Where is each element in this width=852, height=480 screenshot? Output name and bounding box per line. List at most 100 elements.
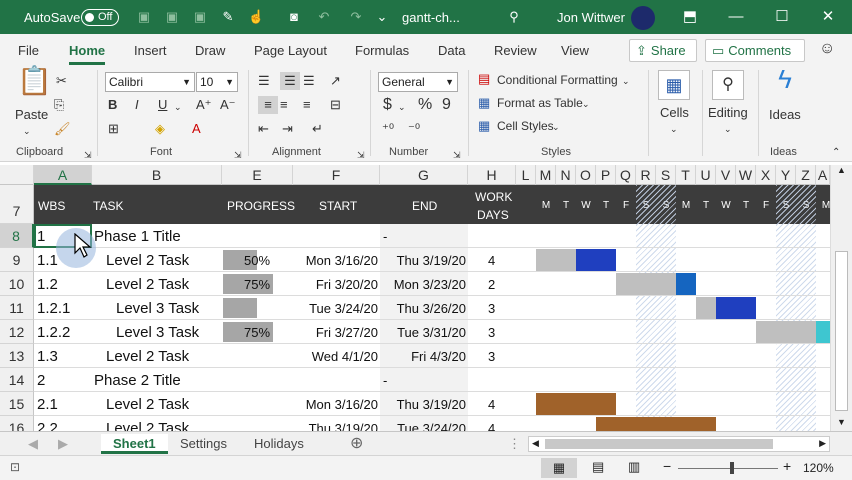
- next-sheet-icon[interactable]: ▶: [58, 434, 68, 454]
- normal-view-icon[interactable]: ▦: [541, 458, 577, 478]
- tab-review[interactable]: Review: [494, 43, 537, 58]
- column-header-n[interactable]: N: [556, 165, 576, 185]
- bold-button[interactable]: B: [108, 96, 117, 114]
- tab-insert[interactable]: Insert: [134, 43, 167, 58]
- column-header-p[interactable]: P: [596, 165, 616, 185]
- cell-task[interactable]: Phase 1 Title: [94, 228, 181, 245]
- share-button[interactable]: ⇪ Share: [629, 39, 697, 62]
- tab-formulas[interactable]: Formulas: [355, 43, 409, 58]
- cell-end[interactable]: Thu 3/26/20: [397, 301, 466, 316]
- increase-indent-icon[interactable]: ⇥: [282, 120, 293, 138]
- cell-styles-icon[interactable]: ▦: [478, 117, 490, 135]
- conditional-formatting-button[interactable]: Conditional Formatting: [497, 73, 618, 87]
- cell-work-days[interactable]: 3: [488, 325, 495, 340]
- decrease-decimal-icon[interactable]: ⁻⁰: [408, 120, 420, 138]
- decrease-indent-icon[interactable]: ⇤: [258, 120, 269, 138]
- save-as-icon[interactable]: ▣: [164, 9, 180, 25]
- editing-dropdown-icon[interactable]: ⌄: [724, 120, 732, 138]
- column-header-t[interactable]: T: [676, 165, 696, 185]
- copy-icon[interactable]: ⎘: [54, 96, 64, 114]
- cell-task[interactable]: Level 2 Task: [106, 396, 189, 413]
- camera-icon[interactable]: ◙: [286, 9, 302, 25]
- customize-icon[interactable]: ⌄: [374, 9, 390, 25]
- merge-center-icon[interactable]: ⊟: [330, 96, 341, 114]
- chevron-down-icon[interactable]: ⌄: [552, 118, 560, 136]
- cell-styles-button[interactable]: Cell Styles: [497, 119, 554, 133]
- cell-task[interactable]: Level 2 Task: [106, 348, 189, 365]
- cell-start[interactable]: Mon 3/16/20: [306, 253, 378, 268]
- cell-wbs[interactable]: 1.2.2: [37, 324, 70, 341]
- scroll-left-icon[interactable]: ◀: [532, 438, 539, 449]
- column-header-v[interactable]: V: [716, 165, 736, 185]
- cell-end[interactable]: Mon 3/23/20: [394, 277, 466, 292]
- cell-work-days[interactable]: 4: [488, 253, 495, 268]
- column-header-u[interactable]: U: [696, 165, 716, 185]
- undo-icon[interactable]: ↶: [316, 9, 332, 25]
- cell-task[interactable]: Level 3 Task: [116, 324, 199, 341]
- paste-dropdown-icon[interactable]: ⌄: [23, 122, 31, 140]
- editing-search-icon[interactable]: ⚲: [712, 70, 744, 100]
- decrease-font-icon[interactable]: A⁻: [220, 96, 236, 114]
- row-header[interactable]: 9: [0, 248, 34, 272]
- font-name-combo[interactable]: Calibri ▼: [105, 72, 195, 92]
- column-header-f[interactable]: F: [293, 165, 380, 185]
- column-header-o[interactable]: O: [576, 165, 596, 185]
- avatar[interactable]: [631, 6, 655, 30]
- increase-decimal-icon[interactable]: ⁺⁰: [382, 120, 394, 138]
- cell-task[interactable]: Level 3 Task: [116, 300, 199, 317]
- select-all-corner[interactable]: [0, 165, 34, 185]
- cell-work-days[interactable]: 2: [488, 277, 495, 292]
- row-header[interactable]: 10: [0, 272, 34, 296]
- underline-button[interactable]: U: [158, 96, 167, 114]
- cell-wbs[interactable]: 1.2: [37, 276, 58, 293]
- scroll-down-icon[interactable]: ▼: [837, 417, 846, 427]
- conditional-formatting-icon[interactable]: ▤: [478, 70, 490, 88]
- align-left-icon[interactable]: ≡: [258, 96, 278, 114]
- row-header[interactable]: 13: [0, 344, 34, 368]
- cell-end[interactable]: Thu 3/19/20: [397, 253, 466, 268]
- zoom-slider-handle[interactable]: [730, 462, 734, 474]
- cell-end[interactable]: Thu 3/19/20: [397, 397, 466, 412]
- tab-file[interactable]: File: [18, 43, 39, 58]
- underline-dropdown-icon[interactable]: ⌄: [174, 98, 182, 116]
- chevron-down-icon[interactable]: ⌄: [582, 95, 590, 113]
- cell-progress[interactable]: 50%: [244, 253, 270, 268]
- minimize-icon[interactable]: —: [726, 7, 746, 27]
- scroll-right-icon[interactable]: ▶: [819, 438, 826, 449]
- autosave-toggle[interactable]: Off: [81, 9, 119, 26]
- font-color-icon[interactable]: A: [192, 120, 201, 138]
- smiley-icon[interactable]: ☺: [819, 40, 835, 58]
- align-right-icon[interactable]: ≡: [303, 96, 311, 114]
- number-format-combo[interactable]: General ▼: [378, 72, 458, 92]
- row-header[interactable]: 12: [0, 320, 34, 344]
- column-header-a[interactable]: A: [34, 165, 92, 185]
- cut-icon[interactable]: ✂: [56, 72, 67, 90]
- row-header[interactable]: 11: [0, 296, 34, 320]
- orientation-icon[interactable]: ↗: [330, 72, 341, 90]
- font-size-combo[interactable]: 10 ▼: [196, 72, 238, 92]
- row-header[interactable]: 14: [0, 368, 34, 392]
- tab-home[interactable]: Home: [69, 43, 106, 65]
- align-middle-icon[interactable]: ☰: [280, 72, 300, 90]
- sheet-tab-holidays[interactable]: Holidays: [254, 434, 304, 454]
- tab-page-layout[interactable]: Page Layout: [254, 43, 327, 58]
- cell-progress[interactable]: 75%: [244, 277, 270, 292]
- column-header-m[interactable]: M: [536, 165, 556, 185]
- vertical-scrollbar[interactable]: ▲ ▼: [830, 165, 852, 431]
- add-sheet-icon[interactable]: ⊕: [350, 434, 363, 454]
- cell-end[interactable]: Tue 3/31/20: [397, 325, 466, 340]
- column-header-l[interactable]: L: [516, 165, 536, 185]
- align-center-icon[interactable]: ≡: [280, 96, 288, 114]
- format-as-table-button[interactable]: Format as Table: [497, 96, 583, 110]
- scroll-thumb[interactable]: [835, 251, 848, 411]
- paste-icon[interactable]: 📋: [17, 67, 52, 108]
- cell-task[interactable]: Phase 2 Title: [94, 372, 181, 389]
- column-header-g[interactable]: G: [380, 165, 468, 185]
- sheet-tab-sheet1[interactable]: Sheet1: [101, 434, 168, 454]
- tab-draw[interactable]: Draw: [195, 43, 225, 58]
- row-header[interactable]: 8: [0, 224, 34, 248]
- page-layout-view-icon[interactable]: ▤: [592, 459, 604, 475]
- cell-work-days[interactable]: 3: [488, 301, 495, 316]
- save-icon[interactable]: ▣: [136, 9, 152, 25]
- collapse-ribbon-icon[interactable]: ⌃: [832, 144, 840, 162]
